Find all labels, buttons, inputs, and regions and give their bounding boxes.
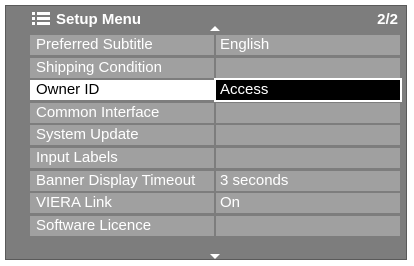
scroll-up-arrow-icon[interactable] bbox=[210, 26, 220, 31]
list-menu-icon bbox=[32, 12, 50, 26]
menu-item-owner-id[interactable]: Owner ID Access bbox=[30, 78, 402, 103]
menu-item-shipping-condition[interactable]: Shipping Condition bbox=[30, 57, 400, 78]
menu-title: Setup Menu bbox=[56, 11, 141, 28]
page-indicator: 2/2 bbox=[377, 11, 398, 28]
menu-item-label: Preferred Subtitle bbox=[30, 35, 214, 55]
menu-item-label: Input Labels bbox=[30, 147, 214, 168]
menu-item-label: Common Interface bbox=[30, 102, 214, 123]
menu-item-banner-display-timeout[interactable]: Banner Display Timeout 3 seconds bbox=[30, 170, 400, 191]
menu-item-label: System Update bbox=[30, 125, 214, 146]
menu-item-label: Shipping Condition bbox=[30, 57, 214, 78]
menu-item-label: Software Licence bbox=[30, 215, 214, 236]
menu-item-value[interactable] bbox=[216, 215, 400, 236]
menu-item-value[interactable]: English bbox=[216, 35, 400, 55]
menu-list: Preferred Subtitle English Shipping Cond… bbox=[30, 35, 402, 238]
menu-item-preferred-subtitle[interactable]: Preferred Subtitle English bbox=[30, 35, 400, 55]
menu-header: Setup Menu 2/2 bbox=[6, 6, 406, 34]
menu-item-viera-link[interactable]: VIERA Link On bbox=[30, 193, 400, 214]
menu-item-value[interactable]: On bbox=[216, 193, 400, 214]
menu-item-value[interactable] bbox=[216, 57, 400, 78]
menu-item-value[interactable]: 3 seconds bbox=[216, 170, 400, 191]
menu-item-label: Owner ID bbox=[30, 80, 214, 101]
menu-item-system-update[interactable]: System Update bbox=[30, 125, 400, 146]
menu-item-value[interactable] bbox=[216, 125, 400, 146]
menu-item-label: VIERA Link bbox=[30, 193, 214, 214]
menu-item-common-interface[interactable]: Common Interface bbox=[30, 102, 400, 123]
menu-item-value[interactable]: Access bbox=[214, 78, 402, 103]
menu-item-software-licence[interactable]: Software Licence bbox=[30, 215, 400, 236]
menu-item-input-labels[interactable]: Input Labels bbox=[30, 147, 400, 168]
scroll-down-arrow-icon[interactable] bbox=[210, 254, 220, 259]
menu-item-label: Banner Display Timeout bbox=[30, 170, 214, 191]
setup-menu-panel: Setup Menu 2/2 Preferred Subtitle Englis… bbox=[5, 5, 407, 260]
menu-item-value[interactable] bbox=[216, 102, 400, 123]
menu-item-value[interactable] bbox=[216, 147, 400, 168]
